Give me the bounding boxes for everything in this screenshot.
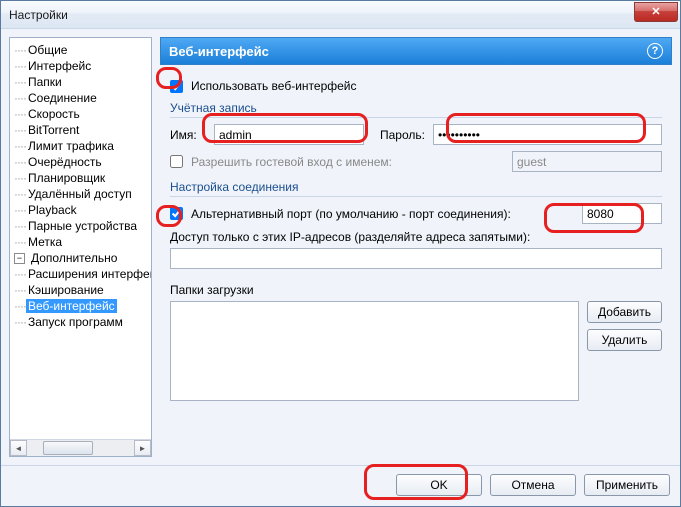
enable-webui-checkbox[interactable] xyxy=(170,80,183,93)
tree-item[interactable]: Планировщик xyxy=(14,170,149,186)
password-label: Пароль: xyxy=(380,128,425,142)
settings-tree[interactable]: Общие Интерфейс Папки Соединение Скорост… xyxy=(9,37,152,457)
scroll-thumb[interactable] xyxy=(43,441,93,455)
alt-port-checkbox[interactable] xyxy=(170,207,183,220)
tree-item[interactable]: Парные устройства xyxy=(14,218,149,234)
username-input[interactable] xyxy=(214,124,364,145)
tree-item[interactable]: Интерфейс xyxy=(14,58,149,74)
tree-item[interactable]: Соединение xyxy=(14,90,149,106)
dialog-footer: OK Отмена Применить xyxy=(1,465,680,506)
guest-name-input xyxy=(512,151,662,172)
tree-item[interactable]: Удалённый доступ xyxy=(14,186,149,202)
ok-button[interactable]: OK xyxy=(396,474,482,496)
guest-checkbox[interactable] xyxy=(170,155,183,168)
alt-port-label: Альтернативный порт (по умолчанию - порт… xyxy=(191,207,574,221)
tree-item[interactable]: Playback xyxy=(14,202,149,218)
window-title: Настройки xyxy=(9,8,634,22)
ip-access-label: Доступ только с этих IP-адресов (разделя… xyxy=(170,230,662,244)
guest-label: Разрешить гостевой вход с именем: xyxy=(191,155,504,169)
tree-item-advanced[interactable]: −Дополнительно xyxy=(14,250,149,266)
close-button[interactable]: ✕ xyxy=(634,2,678,22)
tree-item[interactable]: Кэширование xyxy=(14,282,149,298)
tree-item[interactable]: Общие xyxy=(14,42,149,58)
tree-item-webui[interactable]: Веб-интерфейс xyxy=(14,298,149,314)
password-input[interactable] xyxy=(433,124,662,145)
tree-item[interactable]: Лимит трафика xyxy=(14,138,149,154)
enable-webui-label: Использовать веб-интерфейс xyxy=(191,79,357,93)
tree-item[interactable]: Запуск программ xyxy=(14,314,149,330)
expander-icon[interactable]: − xyxy=(14,253,25,264)
cancel-button[interactable]: Отмена xyxy=(490,474,576,496)
download-folders-list[interactable] xyxy=(170,301,579,401)
tree-item[interactable]: Скорость xyxy=(14,106,149,122)
name-label: Имя: xyxy=(170,128,206,142)
panel-title: Веб-интерфейс xyxy=(169,44,269,59)
scroll-left-icon[interactable]: ◄ xyxy=(10,440,27,456)
tree-item[interactable]: Очерёдность xyxy=(14,154,149,170)
delete-button[interactable]: Удалить xyxy=(587,329,662,351)
connection-group-label: Настройка соединения xyxy=(170,180,662,197)
tree-item[interactable]: Метка xyxy=(14,234,149,250)
apply-button[interactable]: Применить xyxy=(584,474,670,496)
account-group-label: Учётная запись xyxy=(170,101,662,118)
ip-access-input[interactable] xyxy=(170,248,662,269)
tree-item[interactable]: Расширения интерфейса xyxy=(14,266,149,282)
help-icon[interactable]: ? xyxy=(647,43,663,59)
download-folders-label: Папки загрузки xyxy=(170,283,662,297)
alt-port-input[interactable] xyxy=(582,203,662,224)
tree-item[interactable]: Папки xyxy=(14,74,149,90)
tree-item[interactable]: BitTorrent xyxy=(14,122,149,138)
scroll-right-icon[interactable]: ► xyxy=(134,440,151,456)
add-button[interactable]: Добавить xyxy=(587,301,662,323)
titlebar: Настройки ✕ xyxy=(1,1,680,29)
panel-header: Веб-интерфейс ? xyxy=(160,37,672,65)
horizontal-scrollbar[interactable]: ◄ ► xyxy=(10,439,151,456)
